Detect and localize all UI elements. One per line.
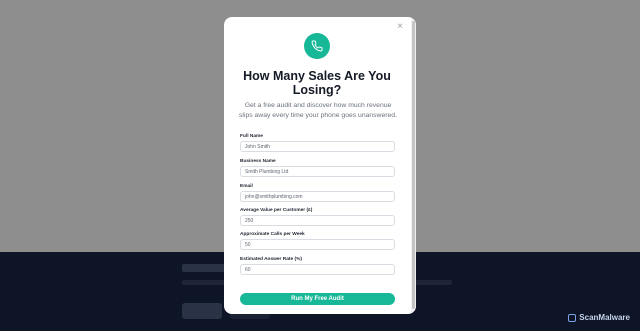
watermark: ScanMalware [568, 313, 630, 322]
calls-per-week-input[interactable]: 50 [240, 239, 395, 250]
run-audit-button[interactable]: Run My Free Audit [240, 293, 395, 305]
watermark-text: ScanMalware [579, 313, 630, 322]
scanmalware-logo-icon [568, 313, 577, 322]
full-name-label: Full Name [240, 134, 263, 139]
phone-icon [304, 33, 330, 59]
answer-rate-field: Estimated Answer Rate (%) 60 [240, 257, 395, 275]
answer-rate-input[interactable]: 60 [240, 264, 395, 275]
business-name-label: Business Name [240, 159, 276, 164]
average-value-input[interactable]: 250 [240, 215, 395, 226]
email-field: Email john@smithplumbing.com [240, 184, 395, 202]
audit-modal: × How Many Sales Are You Losing? Get a f… [224, 17, 416, 314]
full-name-field: Full Name John Smith [240, 134, 395, 152]
average-value-field: Average Value per Customer (£) 250 [240, 208, 395, 226]
modal-title: How Many Sales Are You Losing? [243, 69, 391, 97]
answer-rate-label: Estimated Answer Rate (%) [240, 257, 302, 262]
average-value-label: Average Value per Customer (£) [240, 208, 313, 213]
modal-scrollbar[interactable] [411, 17, 416, 314]
full-name-input[interactable]: John Smith [240, 141, 395, 152]
email-label: Email [240, 184, 253, 189]
calls-per-week-label: Approximate Calls per Week [240, 232, 305, 237]
business-name-input[interactable]: Smith Plumbing Ltd [240, 166, 395, 177]
calls-per-week-field: Approximate Calls per Week 50 [240, 232, 395, 250]
email-input[interactable]: john@smithplumbing.com [240, 191, 395, 202]
modal-subtitle: Get a free audit and discover how much r… [239, 102, 397, 119]
footer-button-placeholder [182, 303, 222, 319]
modal-scrollbar-thumb[interactable] [412, 21, 415, 309]
business-name-field: Business Name Smith Plumbing Ltd [240, 159, 395, 177]
close-icon[interactable]: × [394, 21, 406, 33]
